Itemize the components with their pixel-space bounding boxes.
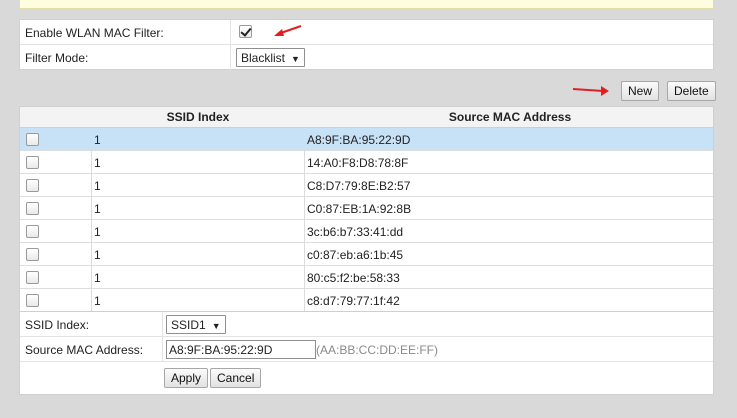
filter-mode-label: Filter Mode: — [25, 51, 89, 65]
cell-ssid-index: 1 — [94, 271, 101, 285]
ssid-index-label: SSID Index: — [25, 318, 90, 332]
cell-ssid-index: 1 — [94, 294, 101, 308]
enable-filter-label: Enable WLAN MAC Filter: — [25, 26, 164, 40]
cell-mac-address: C0:87:EB:1A:92:8B — [307, 202, 412, 216]
cell-ssid-index: 1 — [94, 179, 101, 193]
table-header: SSID Index Source MAC Address — [20, 107, 713, 128]
cell-ssid-index: 1 — [94, 133, 101, 147]
row-checkbox[interactable] — [26, 225, 39, 238]
red-arrow-icon — [274, 25, 302, 36]
delete-button[interactable]: Delete — [667, 81, 716, 101]
table-row[interactable]: 1 80:c5:f2:be:58:33 — [20, 266, 713, 289]
chevron-down-icon: ▼ — [291, 54, 300, 64]
cell-ssid-index: 1 — [94, 248, 101, 262]
source-mac-row: Source MAC Address: (AA:BB:CC:DD:EE:FF) — [20, 337, 713, 362]
enable-filter-row: Enable WLAN MAC Filter: — [20, 20, 713, 45]
new-button[interactable]: New — [621, 81, 660, 101]
cell-mac-address: A8:9F:BA:95:22:9D — [307, 133, 411, 147]
row-checkbox[interactable] — [26, 179, 39, 192]
cell-ssid-index: 1 — [94, 202, 101, 216]
table-row[interactable]: 1 A8:9F:BA:95:22:9D — [20, 128, 713, 151]
table-row[interactable]: 1 14:A0:F8:D8:78:8F — [20, 151, 713, 174]
mac-format-hint: (AA:BB:CC:DD:EE:FF) — [316, 343, 439, 357]
row-checkbox[interactable] — [26, 156, 39, 169]
table-row[interactable]: 1 C8:D7:79:8E:B2:57 — [20, 174, 713, 197]
mac-filter-table: SSID Index Source MAC Address 1 A8:9F:BA… — [19, 106, 714, 312]
table-row[interactable]: 1 3c:b6:b7:33:41:dd — [20, 220, 713, 243]
apply-button[interactable]: Apply — [164, 368, 209, 388]
cell-mac-address: 3c:b6:b7:33:41:dd — [307, 225, 404, 239]
source-mac-label: Source MAC Address: — [25, 343, 144, 357]
enable-filter-checkbox[interactable] — [239, 25, 252, 38]
cell-mac-address: C8:D7:79:8E:B2:57 — [307, 179, 411, 193]
source-mac-input[interactable] — [166, 340, 316, 359]
header-ssid-index: SSID Index — [166, 110, 230, 124]
ssid-index-select[interactable]: SSID1 ▼ — [166, 315, 226, 334]
edit-entry-panel: SSID Index: SSID1▼ Source MAC Address: (… — [19, 311, 714, 395]
filter-mode-select[interactable]: Blacklist ▼ — [236, 48, 305, 67]
filter-mode-row: Filter Mode: Blacklist ▼ — [20, 45, 713, 70]
row-checkbox[interactable] — [26, 294, 39, 307]
cell-mac-address: c0:87:eb:a6:1b:45 — [307, 248, 404, 262]
red-arrow-icon — [572, 86, 609, 96]
cell-mac-address: 14:A0:F8:D8:78:8F — [307, 156, 409, 170]
table-row[interactable]: 1 c8:d7:79:77:1f:42 — [20, 289, 713, 312]
filter-settings-panel: Enable WLAN MAC Filter: Filter Mode: Bla… — [19, 19, 714, 70]
cell-mac-address: 80:c5:f2:be:58:33 — [307, 271, 400, 285]
table-row[interactable]: 1 C0:87:EB:1A:92:8B — [20, 197, 713, 220]
notice-bar — [19, 0, 714, 9]
row-checkbox[interactable] — [26, 248, 39, 261]
ssid-index-row: SSID Index: SSID1 ▼ — [20, 312, 713, 337]
cell-ssid-index: 1 — [94, 225, 101, 239]
chevron-down-icon: ▼ — [211, 321, 221, 331]
form-actions: Apply Cancel — [20, 362, 713, 394]
row-checkbox[interactable] — [26, 133, 39, 146]
cell-mac-address: c8:d7:79:77:1f:42 — [307, 294, 400, 308]
row-checkbox[interactable] — [26, 202, 39, 215]
header-source-mac: Source MAC Address — [448, 110, 572, 124]
table-row[interactable]: 1 c0:87:eb:a6:1b:45 — [20, 243, 713, 266]
cancel-button[interactable]: Cancel — [210, 368, 262, 388]
cell-ssid-index: 1 — [94, 156, 101, 170]
row-checkbox[interactable] — [26, 271, 39, 284]
